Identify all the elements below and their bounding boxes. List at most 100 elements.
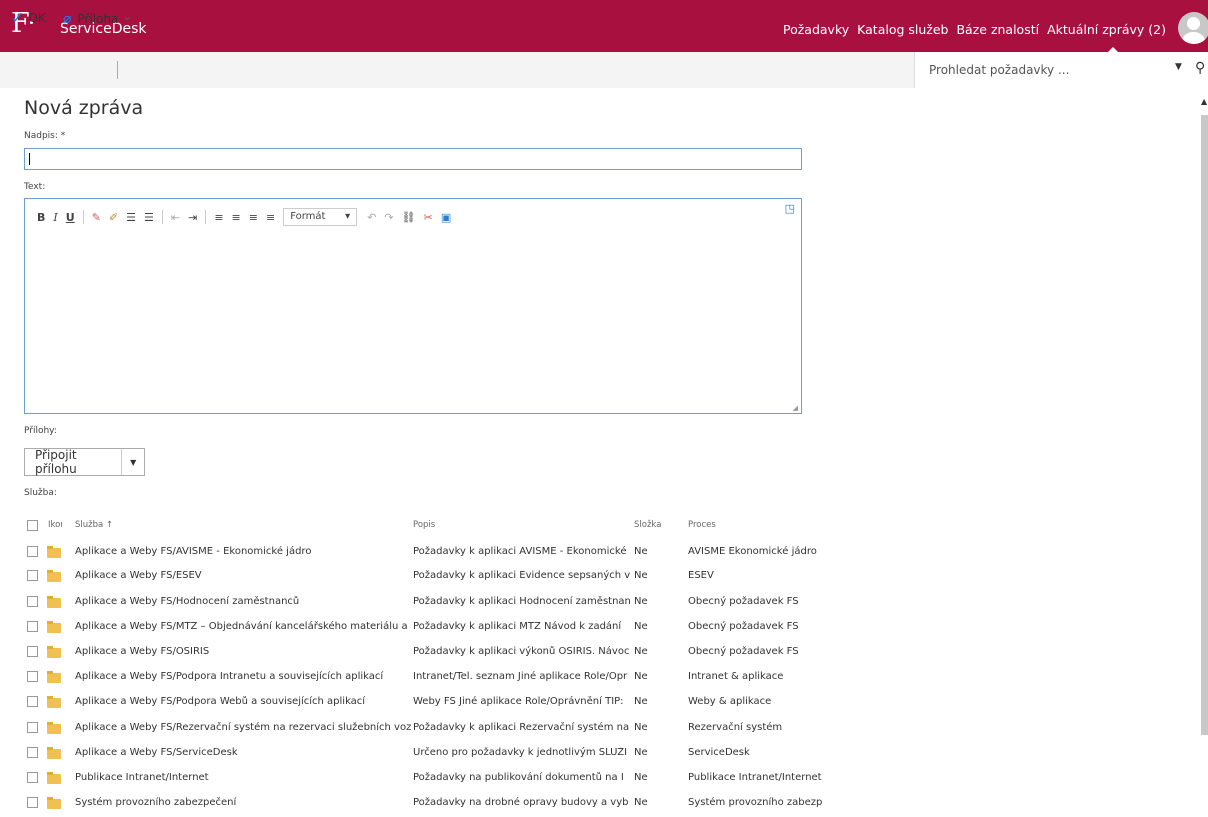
cell-popis: Intranet/Tel. seznam Jiné aplikace Role/… xyxy=(413,671,628,682)
align-right-icon[interactable]: ≡ xyxy=(249,211,258,224)
user-avatar[interactable] xyxy=(1178,12,1208,44)
top-bar: F ServiceDesk Požadavky Katalog služeb B… xyxy=(0,0,1208,53)
row-checkbox[interactable] xyxy=(27,722,38,733)
prilohy-label: Přílohy: xyxy=(24,426,57,436)
remove-link-icon[interactable]: ✂ xyxy=(424,211,433,224)
cell-sluzba: Aplikace a Weby FS/ESEV xyxy=(75,570,202,581)
text-label: Text: xyxy=(24,182,46,192)
table-row[interactable]: Aplikace a Weby FS/ESEV Požadavky k apli… xyxy=(24,566,1174,586)
bullet-list-icon[interactable]: ☰ xyxy=(144,211,154,224)
page-title: Nová zpráva xyxy=(24,97,144,119)
cell-popis: Požadavky k aplikaci Rezervační systém n… xyxy=(413,722,630,733)
search-icon[interactable]: ⚲ xyxy=(1195,60,1205,76)
outdent-icon[interactable]: ⇤ xyxy=(171,211,180,224)
table-row[interactable]: Aplikace a Weby FS/Podpora Intranetu a s… xyxy=(24,667,1174,687)
select-all-checkbox[interactable] xyxy=(27,520,38,531)
cell-slozka: Ne xyxy=(634,772,648,783)
paperclip-icon: ⌀ xyxy=(63,11,72,27)
cell-proces: ServiceDesk xyxy=(688,747,750,758)
row-checkbox[interactable] xyxy=(27,696,38,707)
nav-baze-znalosti[interactable]: Báze znalostí xyxy=(956,22,1039,37)
row-checkbox[interactable] xyxy=(27,797,38,808)
toolbar-separator xyxy=(161,210,163,224)
table-row[interactable]: Publikace Intranet/Internet Požadavky na… xyxy=(24,768,1174,788)
nav-aktualni-zpravy[interactable]: Aktuální zprávy (2) xyxy=(1047,22,1166,37)
row-checkbox[interactable] xyxy=(27,570,38,581)
cell-popis: Požadavky na drobné opravy budovy a vyb xyxy=(413,797,629,808)
nav-katalog-sluzeb[interactable]: Katalog služeb xyxy=(857,22,948,37)
justify-icon[interactable]: ≡ xyxy=(266,211,275,224)
row-checkbox[interactable] xyxy=(27,621,38,632)
indent-icon[interactable]: ⇥ xyxy=(188,211,197,224)
insert-link-icon[interactable]: ⛓ xyxy=(402,211,416,224)
search-box[interactable]: Prohledat požadavky ... ▼ ⚲ xyxy=(914,52,1208,88)
row-checkbox[interactable] xyxy=(27,747,38,758)
column-header-ikona[interactable]: Ikona xyxy=(48,520,62,530)
table-row[interactable]: Aplikace a Weby FS/MTZ – Objednávání kan… xyxy=(24,617,1174,637)
attachment-label: Příloha xyxy=(77,12,119,26)
rich-text-editor[interactable]: B I U ✎ ✐ ☰ ☰ ⇤ ⇥ ≡ ≡ ≡ ≡ Formát ▾ ↶ ↷ ⛓… xyxy=(24,198,802,414)
format-painter-icon[interactable]: ✐ xyxy=(109,211,118,224)
cell-popis: Požadavky k aplikaci výkonů OSIRIS. Návo… xyxy=(413,646,630,657)
table-row[interactable]: Aplikace a Weby FS/ServiceDesk Určeno pr… xyxy=(24,743,1174,763)
table-row[interactable]: Aplikace a Weby FS/AVISME - Ekonomické j… xyxy=(24,542,1174,562)
cell-sluzba: Aplikace a Weby FS/Podpora Webů a souvis… xyxy=(75,696,366,707)
cell-popis: Určeno pro požadavky k jednotlivým SLUŽI xyxy=(413,747,628,758)
folder-icon xyxy=(47,797,61,809)
cell-proces: Obecný požadavek FS xyxy=(688,621,799,632)
toolbar-separator xyxy=(205,210,207,224)
redo-icon[interactable]: ↷ xyxy=(384,211,393,224)
row-checkbox[interactable] xyxy=(27,546,38,557)
column-header-slozka[interactable]: Složka xyxy=(634,520,674,530)
ok-button[interactable]: ✓ OK xyxy=(11,10,46,26)
attach-file-button[interactable]: Připojit přílohu ▼ xyxy=(24,448,145,476)
row-checkbox[interactable] xyxy=(27,772,38,783)
scroll-up-icon[interactable]: ▲ xyxy=(1201,97,1207,106)
cell-sluzba: Aplikace a Weby FS/AVISME - Ekonomické j… xyxy=(75,546,312,557)
more-commands-chevron-icon[interactable]: ⌄ xyxy=(122,9,133,24)
nadpis-input[interactable] xyxy=(24,148,802,170)
cell-slozka: Ne xyxy=(634,570,648,581)
column-header-proces[interactable]: Proces xyxy=(688,520,828,530)
cell-slozka: Ne xyxy=(634,546,648,557)
cell-slozka: Ne xyxy=(634,596,648,607)
highlight-icon[interactable]: ✎ xyxy=(92,211,101,224)
table-header: Ikona Služba ↑ Popis Složka Proces xyxy=(24,516,1174,532)
table-row[interactable]: Aplikace a Weby FS/OSIRIS Požadavky k ap… xyxy=(24,642,1174,662)
cell-slozka: Ne xyxy=(634,646,648,657)
chevron-down-icon[interactable]: ▼ xyxy=(122,458,144,467)
cell-sluzba: Aplikace a Weby FS/Podpora Intranetu a s… xyxy=(75,671,384,682)
search-input[interactable]: Prohledat požadavky ... xyxy=(929,63,1069,77)
row-checkbox[interactable] xyxy=(27,646,38,657)
column-header-sluzba[interactable]: Služba ↑ xyxy=(75,520,411,530)
numbered-list-icon[interactable]: ☰ xyxy=(126,211,136,224)
cell-slozka: Ne xyxy=(634,696,648,707)
nav-pozadavky[interactable]: Požadavky xyxy=(783,22,849,37)
cell-proces: ESEV xyxy=(688,570,714,581)
align-left-icon[interactable]: ≡ xyxy=(214,211,223,224)
row-checkbox[interactable] xyxy=(27,596,38,607)
insert-image-icon[interactable]: ▣ xyxy=(441,211,451,224)
scrollbar-thumb[interactable] xyxy=(1201,115,1208,735)
table-row[interactable]: Aplikace a Weby FS/Hodnocení zaměstnanců… xyxy=(24,592,1174,612)
cell-proces: Obecný požadavek FS xyxy=(688,646,799,657)
row-checkbox[interactable] xyxy=(27,671,38,682)
attachment-button[interactable]: ⌀ Příloha xyxy=(63,11,118,27)
format-dropdown[interactable]: Formát ▾ xyxy=(283,208,358,226)
align-center-icon[interactable]: ≡ xyxy=(232,211,241,224)
search-scope-dropdown-icon[interactable]: ▼ xyxy=(1175,62,1182,72)
undo-icon[interactable]: ↶ xyxy=(367,211,376,224)
italic-icon[interactable]: I xyxy=(53,211,57,224)
cell-proces: Systém provozního zabezp xyxy=(688,797,823,808)
resize-handle-icon[interactable]: ◢ xyxy=(793,404,798,412)
table-row[interactable]: Systém provozního zabezpečení Požadavky … xyxy=(24,793,1174,813)
column-header-popis[interactable]: Popis xyxy=(413,520,631,530)
top-nav: Požadavky Katalog služeb Báze znalostí A… xyxy=(783,22,1166,37)
cell-sluzba: Aplikace a Weby FS/MTZ – Objednávání kan… xyxy=(75,621,411,632)
expand-editor-icon[interactable]: ◳ xyxy=(785,202,795,215)
table-row[interactable]: Aplikace a Weby FS/Rezervační systém na … xyxy=(24,718,1174,738)
table-row[interactable]: Aplikace a Weby FS/Podpora Webů a souvis… xyxy=(24,692,1174,712)
underline-icon[interactable]: U xyxy=(66,211,75,224)
attach-file-label: Připojit přílohu xyxy=(35,448,77,476)
bold-icon[interactable]: B xyxy=(37,211,45,224)
